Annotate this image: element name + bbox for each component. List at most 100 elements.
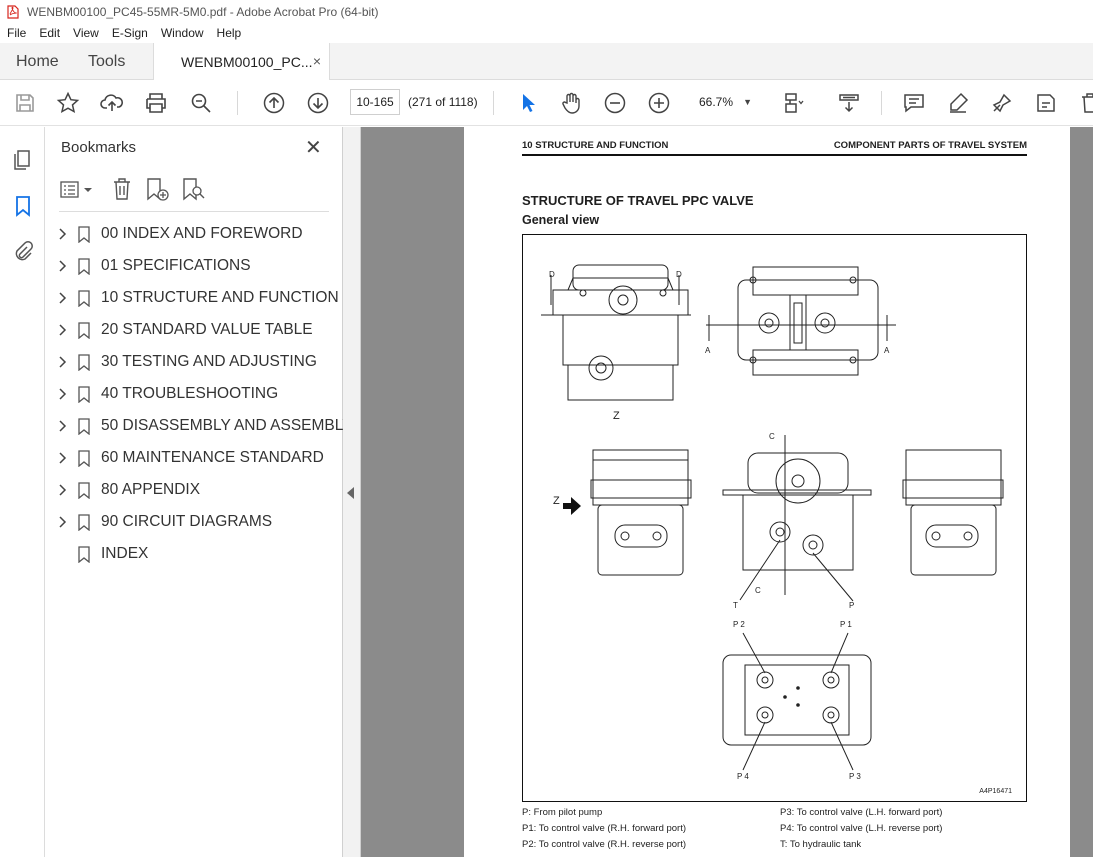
comment-icon[interactable]: [902, 91, 926, 115]
navigation-rail: [0, 127, 45, 857]
legend-item: P2: To control valve (R.H. reverse port): [522, 839, 687, 850]
close-tab-icon[interactable]: ×: [313, 53, 321, 69]
sign-icon[interactable]: [990, 91, 1014, 115]
highlight-icon[interactable]: [946, 91, 970, 115]
tab-tools[interactable]: Tools: [88, 43, 125, 80]
bookmark-item[interactable]: 90 CIRCUIT DIAGRAMS: [45, 507, 343, 537]
menu-help[interactable]: Help: [210, 26, 248, 40]
bookmark-icon: [78, 546, 90, 563]
menu-file[interactable]: File: [0, 26, 32, 40]
page-subtitle: General view: [522, 213, 600, 227]
toolbar: [0, 80, 1093, 126]
bookmark-icon: [78, 354, 90, 371]
tab-home[interactable]: Home: [16, 43, 59, 80]
legend-item: P: From pilot pump: [522, 807, 603, 818]
pdf-page: 10 STRUCTURE AND FUNCTION COMPONENT PART…: [464, 127, 1070, 857]
chevron-right-icon[interactable]: [58, 323, 68, 337]
bookmark-icon: [78, 258, 90, 275]
valve-drawing: [541, 264, 1004, 771]
bookmark-item[interactable]: 10 STRUCTURE AND FUNCTION: [45, 283, 343, 313]
legend-item: P3: To control valve (L.H. forward port): [780, 807, 943, 818]
panel-title: Bookmarks: [61, 139, 137, 156]
tab-document-label: WENBM00100_PC...: [181, 54, 313, 70]
page-header-section: 10 STRUCTURE AND FUNCTION: [522, 140, 669, 151]
bookmark-icon: [78, 386, 90, 403]
menu-esign[interactable]: E-Sign: [105, 26, 154, 40]
label-d-left: D: [549, 270, 555, 279]
bookmarks-icon[interactable]: [11, 194, 35, 218]
chevron-right-icon[interactable]: [58, 515, 68, 529]
next-page-icon[interactable]: [306, 91, 330, 115]
chevron-right-icon[interactable]: [58, 227, 68, 241]
toolbar-separator: [881, 91, 882, 115]
bookmark-label: 90 CIRCUIT DIAGRAMS: [101, 513, 273, 530]
new-bookmark-icon[interactable]: [145, 177, 171, 203]
bookmark-label: 50 DISASSEMBLY AND ASSEMBLY: [101, 417, 353, 434]
bookmark-item[interactable]: INDEX: [45, 539, 343, 569]
bookmark-label: 30 TESTING AND ADJUSTING: [101, 353, 317, 370]
bookmark-item[interactable]: 50 DISASSEMBLY AND ASSEMBLY: [45, 411, 353, 441]
chevron-right-icon[interactable]: [58, 483, 68, 497]
search-bookmark-icon[interactable]: [181, 177, 207, 203]
delete-bookmark-icon[interactable]: [111, 177, 133, 201]
header-rule: [522, 154, 1027, 156]
bookmark-item[interactable]: 20 STANDARD VALUE TABLE: [45, 315, 343, 345]
page-number-input[interactable]: 10-165: [350, 89, 400, 115]
window-title: WENBM00100_PC45-55MR-5M0.pdf - Adobe Acr…: [27, 4, 379, 19]
star-icon[interactable]: [56, 91, 80, 115]
chevron-down-icon: ▼: [743, 97, 752, 107]
bookmark-label: 00 INDEX AND FOREWORD: [101, 225, 303, 242]
options-menu-icon[interactable]: [59, 179, 95, 201]
figure-code: A4P16471: [979, 788, 1012, 795]
chevron-right-icon[interactable]: [58, 451, 68, 465]
bookmark-item[interactable]: 01 SPECIFICATIONS: [45, 251, 343, 281]
scroll-mode-icon[interactable]: [837, 91, 861, 115]
delete-icon[interactable]: [1078, 91, 1093, 115]
print-icon[interactable]: [144, 91, 168, 115]
bookmark-label: 10 STRUCTURE AND FUNCTION: [101, 289, 339, 306]
bookmarks-toolbar: [59, 177, 329, 203]
page-fit-icon[interactable]: [782, 91, 806, 115]
page-header-topic: COMPONENT PARTS OF TRAVEL SYSTEM: [833, 140, 1027, 151]
menu-view[interactable]: View: [66, 26, 105, 40]
label-a-right: A: [884, 346, 890, 355]
zoom-in-icon[interactable]: [647, 91, 671, 115]
bookmark-icon: [78, 418, 90, 435]
figure-general-view: D D A A Z C Z C T P P 2 P 1 P 4 P 3 A4P1…: [522, 234, 1027, 802]
fill-sign-icon[interactable]: [1034, 91, 1058, 115]
previous-page-icon[interactable]: [262, 91, 286, 115]
chevron-right-icon[interactable]: [58, 355, 68, 369]
bookmark-item[interactable]: 40 TROUBLESHOOTING: [45, 379, 343, 409]
hand-tool-icon[interactable]: [559, 91, 583, 115]
bookmark-label: 80 APPENDIX: [101, 481, 201, 498]
menu-window[interactable]: Window: [154, 26, 210, 40]
bookmark-item[interactable]: 00 INDEX AND FOREWORD: [45, 219, 343, 249]
chevron-right-icon[interactable]: [58, 387, 68, 401]
page-thumbnails-icon[interactable]: [11, 148, 35, 172]
tab-document[interactable]: WENBM00100_PC... ×: [153, 43, 330, 81]
close-icon[interactable]: ✕: [305, 135, 322, 160]
label-c-bottom: C: [755, 586, 761, 595]
chevron-right-icon[interactable]: [58, 259, 68, 273]
chevron-right-icon[interactable]: [58, 419, 68, 433]
select-cursor-icon[interactable]: [516, 91, 540, 115]
menu-edit[interactable]: Edit: [32, 26, 66, 40]
label-p4: P 4: [737, 772, 749, 781]
legend-item: P4: To control valve (L.H. reverse port): [780, 823, 943, 834]
menu-bar: File Edit View E-Sign Window Help: [0, 23, 1093, 43]
legend-item: P1: To control valve (R.H. forward port): [522, 823, 687, 834]
upload-icon[interactable]: [100, 91, 124, 115]
bookmark-item[interactable]: 60 MAINTENANCE STANDARD: [45, 443, 343, 473]
bookmark-item[interactable]: 80 APPENDIX: [45, 475, 343, 505]
label-p2: P 2: [733, 620, 745, 629]
find-icon[interactable]: [189, 91, 213, 115]
zoom-select[interactable]: 66.7% ▼: [690, 89, 762, 115]
tab-bar: Home Tools WENBM00100_PC... ×: [0, 43, 1093, 81]
save-icon[interactable]: [13, 91, 37, 115]
attachments-icon[interactable]: [11, 240, 35, 264]
collapse-panel-button[interactable]: [343, 127, 361, 857]
bookmark-icon: [78, 322, 90, 339]
bookmark-item[interactable]: 30 TESTING AND ADJUSTING: [45, 347, 343, 377]
zoom-out-icon[interactable]: [603, 91, 627, 115]
chevron-right-icon[interactable]: [58, 291, 68, 305]
